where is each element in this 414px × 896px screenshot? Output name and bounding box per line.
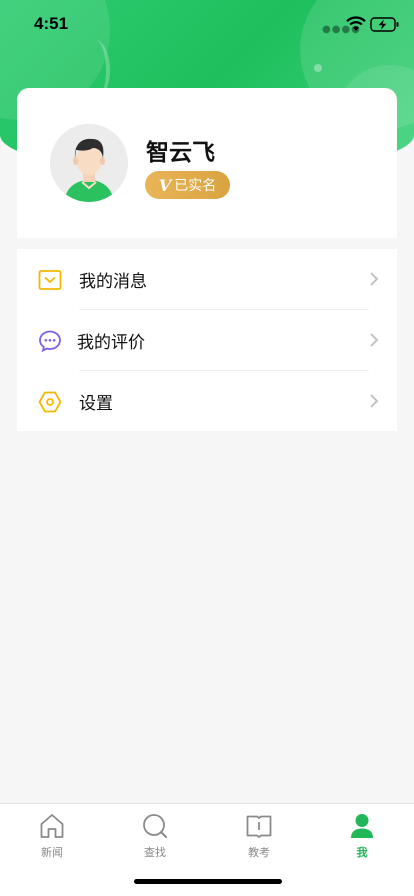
book-icon: [246, 815, 272, 838]
menu-item-label: 设置: [79, 394, 113, 414]
menu-item-settings[interactable]: 设置: [17, 371, 397, 432]
user-icon: [351, 814, 373, 838]
status-time: 4:51: [34, 14, 69, 33]
tab-search[interactable]: 查找: [103, 804, 207, 864]
verified-badge: V 已实名: [145, 171, 230, 199]
verified-text: 已实名: [174, 178, 217, 194]
home-indicator[interactable]: [134, 879, 282, 884]
user-name: 智云飞: [146, 140, 215, 166]
tab-label: 我: [356, 846, 368, 859]
envelope-icon: [38, 270, 62, 290]
tab-news[interactable]: 新闻: [0, 804, 104, 864]
avatar-image: [50, 124, 128, 202]
status-bar: 4:51 ●●●●: [0, 0, 414, 48]
menu-item-messages[interactable]: 我的消息: [17, 249, 397, 310]
chat-bubble-icon: [39, 330, 61, 353]
wifi-icon: [346, 16, 366, 31]
tab-label: 查找: [144, 846, 166, 859]
home-icon: [40, 814, 64, 838]
tab-label: 教考: [248, 846, 270, 859]
chevron-right-icon: [370, 333, 379, 347]
tab-me[interactable]: 我: [310, 804, 414, 864]
chevron-right-icon: [370, 394, 379, 408]
verified-mark: V: [158, 175, 172, 195]
tab-label: 新闻: [41, 846, 63, 859]
menu-item-label: 我的评价: [77, 333, 145, 353]
tab-education[interactable]: 教考: [207, 804, 311, 864]
decor-bubble: [314, 64, 322, 72]
menu-item-reviews[interactable]: 我的评价: [17, 310, 397, 371]
menu-item-label: 我的消息: [79, 272, 147, 292]
battery-charging-icon: [370, 17, 399, 32]
settings-hexagon-icon: [38, 391, 62, 413]
profile-card[interactable]: 智云飞 V 已实名: [17, 88, 397, 238]
search-icon: [143, 814, 167, 838]
chevron-right-icon: [370, 272, 379, 286]
menu-list: 我的消息 我的评价 设置: [17, 249, 397, 431]
avatar[interactable]: [50, 124, 128, 202]
